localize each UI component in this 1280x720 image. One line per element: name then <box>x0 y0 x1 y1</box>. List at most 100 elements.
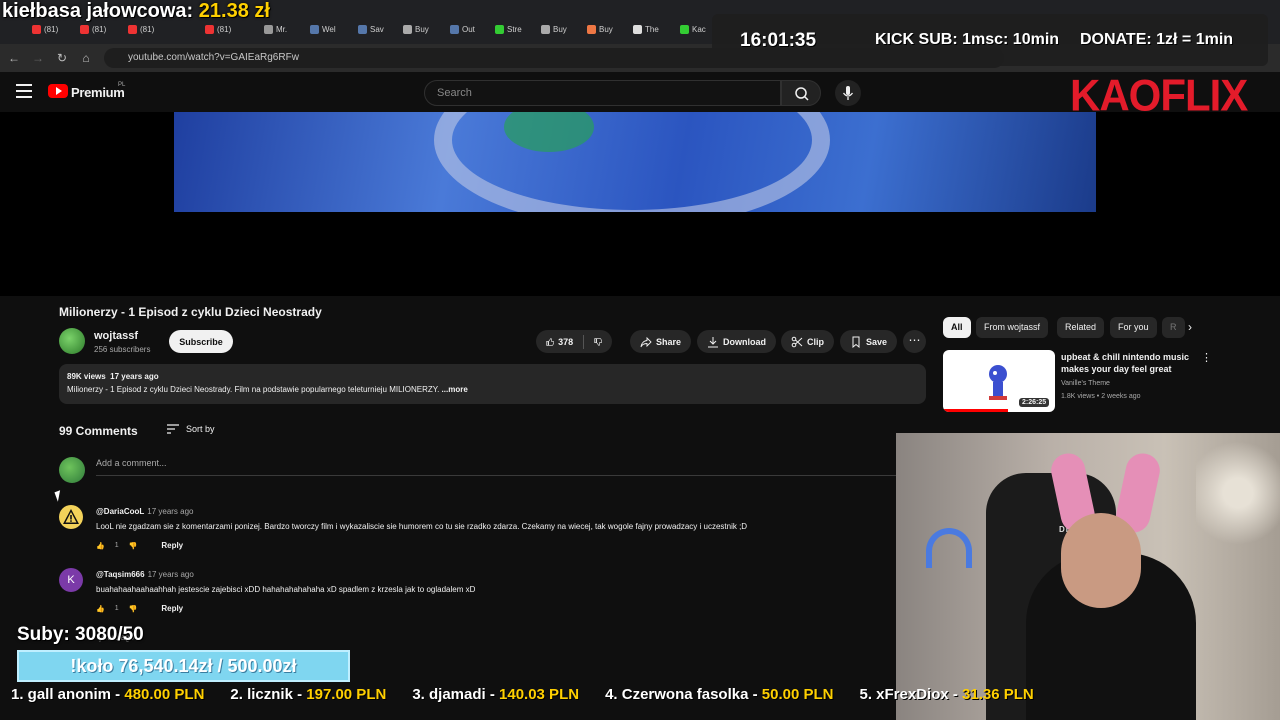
chevron-right-icon[interactable]: › <box>1188 320 1192 334</box>
like-comment-icon[interactable]: 👍 <box>96 605 105 613</box>
comment-avatar[interactable] <box>59 505 83 529</box>
share-label: Share <box>656 336 682 347</box>
reply-button[interactable]: Reply <box>161 604 183 613</box>
chip-from-channel[interactable]: From wojtassf <box>976 317 1049 338</box>
channel-subscribers: 256 subscribers <box>94 345 151 354</box>
browser-tab[interactable]: Wel <box>310 20 350 38</box>
tab-label: Wel <box>322 24 336 34</box>
share-icon <box>640 336 652 347</box>
forward-icon[interactable]: → <box>30 50 46 66</box>
chip-for-you[interactable]: For you <box>1110 317 1157 338</box>
channel-avatar[interactable] <box>59 328 85 354</box>
like-comment-icon[interactable]: 👍 <box>96 542 105 550</box>
ticker-item: 1. gall anonim - 480.00 PLN <box>11 686 204 712</box>
tab-label: Buy <box>553 24 567 34</box>
description-box[interactable]: 89K views 17 years ago Milionerzy - 1 Ep… <box>59 364 926 404</box>
browser-tab[interactable]: Buy <box>403 20 443 38</box>
like-count: 378 <box>558 336 574 347</box>
chip-more[interactable]: R <box>1162 317 1185 338</box>
premium-brand[interactable]: Premium <box>71 85 125 100</box>
tab-label: (81) <box>92 24 107 34</box>
dislike-divider <box>583 334 584 349</box>
description-more-link[interactable]: ...more <box>442 385 468 394</box>
browser-tab[interactable]: Out <box>450 20 490 38</box>
search-button[interactable] <box>781 80 821 106</box>
overlay-kick-sub: KICK SUB: 1msc: 10min <box>875 31 1060 48</box>
search-icon <box>795 87 809 101</box>
sort-icon <box>167 424 179 434</box>
tab-label: Buy <box>599 24 613 34</box>
chip-all[interactable]: All <box>943 317 971 338</box>
clip-button[interactable]: Clip <box>781 330 834 353</box>
ticker-amount: 50.00 PLN <box>761 686 834 703</box>
recommendation-channel[interactable]: Vanille's Theme <box>1061 380 1110 387</box>
dislike-comment-icon[interactable]: 👎 <box>129 542 138 550</box>
reply-button[interactable]: Reply <box>161 541 183 550</box>
comment-actions: 👍 1 👎 Reply <box>96 541 183 550</box>
comment-author-name[interactable]: @DariaCooL <box>96 507 144 516</box>
back-icon[interactable]: ← <box>6 50 22 66</box>
overlay-goal-bar: !koło 76,540.14zł / 500.00zł <box>17 650 350 682</box>
browser-tab[interactable]: Kac <box>680 20 710 38</box>
overlay-title: kiełbasa jałowcowa: 21.38 zł <box>2 0 270 23</box>
comment-author[interactable]: @Taqsim666 17 years ago <box>96 570 194 579</box>
tab-label: (81) <box>217 24 232 34</box>
browser-tab[interactable]: Mr. <box>264 20 304 38</box>
youtube-logo-icon[interactable] <box>48 84 68 98</box>
ticker-name: 1. gall anonim - <box>11 686 125 703</box>
video-duration: 2:26:25 <box>1019 398 1050 407</box>
comment-author[interactable]: @DariaCooL 17 years ago <box>96 507 194 516</box>
user-avatar <box>59 457 85 483</box>
comment-like-count: 1 <box>114 605 119 612</box>
ticker-amount: 31.36 PLN <box>962 686 1034 703</box>
add-comment-input[interactable]: Add a comment... <box>96 458 896 476</box>
search-input[interactable]: Search <box>424 80 781 106</box>
more-actions-icon[interactable]: ⋯ <box>903 330 926 353</box>
ticker-item: 2. licznik - 197.00 PLN <box>230 686 386 712</box>
view-count: 89K views <box>67 372 106 381</box>
save-button[interactable]: Save <box>840 330 898 353</box>
mouse-cursor-icon <box>54 490 64 502</box>
thumbs-down-icon[interactable] <box>594 336 602 348</box>
reload-icon[interactable]: ↻ <box>54 50 70 66</box>
ticker-item: 3. djamadi - 140.03 PLN <box>412 686 579 712</box>
browser-tab[interactable]: Stre <box>495 20 535 38</box>
menu-icon[interactable] <box>16 84 32 98</box>
comment-avatar[interactable]: K <box>59 568 83 592</box>
browser-tab[interactable]: Buy <box>587 20 627 38</box>
plant-decor <box>1196 433 1280 553</box>
browser-tab[interactable]: The <box>633 20 673 38</box>
sort-by-button[interactable]: Sort by <box>166 424 215 434</box>
browser-tab[interactable]: Buy <box>541 20 581 38</box>
chip-related[interactable]: Related <box>1057 317 1105 338</box>
download-button[interactable]: Download <box>697 330 776 353</box>
webcam-feed: DIABLO <box>896 433 1280 720</box>
recommendation-title[interactable]: upbeat & chill nintendo music makes your… <box>1061 351 1196 375</box>
channel-name[interactable]: wojtassf <box>94 330 138 342</box>
voice-search-button[interactable] <box>835 80 861 106</box>
upload-age: 17 years ago <box>110 372 159 381</box>
browser-tab[interactable]: Sav <box>358 20 398 38</box>
tab-label: The <box>645 24 659 34</box>
ticker-name: 3. djamadi - <box>412 686 500 703</box>
recommendation-meta: 1.8K views • 2 weeks ago <box>1061 393 1141 400</box>
overlay-subs-counter: Suby: 3080/50 <box>17 624 144 645</box>
comment-author-name[interactable]: @Taqsim666 <box>96 570 145 579</box>
download-icon <box>708 336 718 347</box>
like-button[interactable]: 378 <box>536 330 612 353</box>
share-button[interactable]: Share <box>630 330 692 353</box>
clip-label: Clip <box>807 336 824 347</box>
comment-time: 17 years ago <box>147 507 194 516</box>
kebab-menu-icon[interactable]: ⋮ <box>1201 351 1212 364</box>
home-icon[interactable]: ⌂ <box>78 50 94 66</box>
description-text: Milionerzy - 1 Episod z cyklu Dzieci Neo… <box>67 385 918 394</box>
dislike-comment-icon[interactable]: 👎 <box>129 605 138 613</box>
overlay-title-label: kiełbasa jałowcowa: <box>2 0 194 22</box>
rainbow-poster <box>926 528 972 568</box>
ticker-amount: 480.00 PLN <box>124 686 205 703</box>
kaoflix-logo: KAOFLIX <box>1070 70 1248 121</box>
microphone-icon <box>842 86 854 100</box>
video-frame[interactable] <box>174 112 1096 212</box>
subscribe-button[interactable]: Subscribe <box>169 330 233 353</box>
tab-label: (81) <box>140 24 155 34</box>
